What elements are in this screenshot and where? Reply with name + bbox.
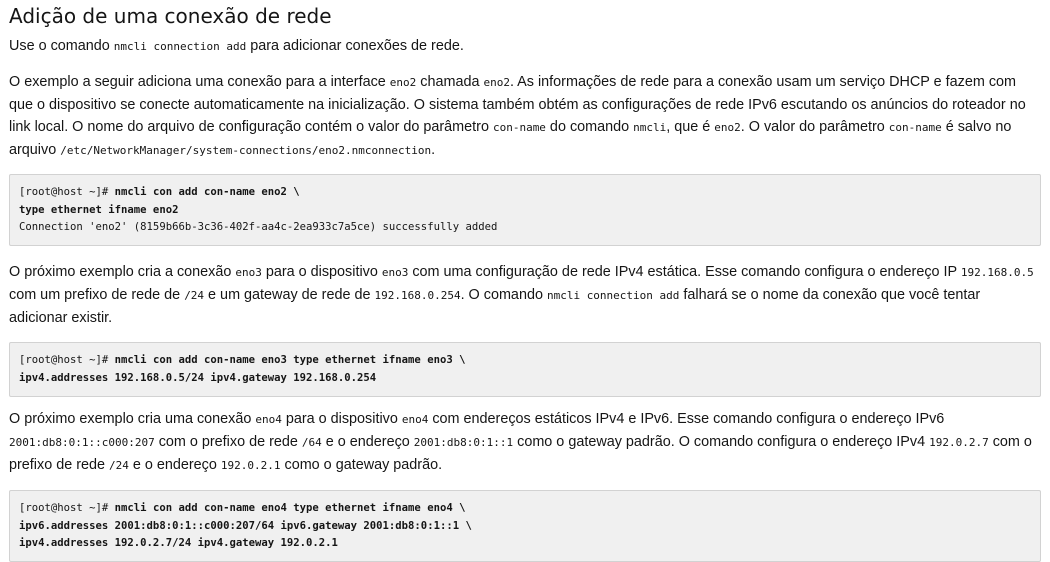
paragraph-eno3: O próximo exemplo cria a conexão eno3 pa… [9,261,1041,329]
text: como o gateway padrão. O comando configu… [513,434,930,450]
text: com endereços estáticos IPv4 e IPv6. Ess… [428,411,945,427]
text: O próximo exemplo cria uma conexão [9,411,256,427]
inline-code: nmcli connection add [546,289,680,302]
inline-code: /etc/NetworkManager/system-connections/e… [60,144,432,157]
text: Use o comando [9,38,114,54]
command-text: ipv4.addresses 192.168.0.5/24 ipv4.gatew… [19,371,377,384]
text: , que é [666,119,715,135]
paragraph-eno4: O próximo exemplo cria uma conexão eno4 … [9,408,1041,477]
text: com o prefixo de rede [154,434,302,450]
text: com uma configuração de rede IPv4 estáti… [408,264,961,280]
inline-code: /24 [109,459,129,472]
command-text: ipv4.addresses 192.0.2.7/24 ipv4.gateway… [19,537,338,549]
inline-code: /24 [184,289,205,302]
text: chamada [416,74,484,90]
intro-paragraph: Use o comando nmcli connection add para … [9,35,1041,58]
text: . O comando [460,287,547,303]
text: . O valor do parâmetro [740,119,889,135]
inline-code: nmcli connection add [113,40,247,53]
shell-prompt: [root@host ~]# [19,186,115,198]
document: Adição de uma conexão de rede Use o coma… [0,0,1050,562]
text: e o endereço [321,434,414,450]
text: para adicionar conexões de rede. [246,38,464,54]
text: O próximo exemplo cria a conexão [9,264,236,280]
inline-code: 192.0.2.7 [929,436,989,449]
inline-code: 192.0.2.1 [220,459,281,472]
inline-code: eno2 [714,121,741,134]
code-block-eno3[interactable]: [root@host ~]# nmcli con add con-name en… [9,342,1041,397]
shell-prompt: [root@host ~]# [19,502,115,514]
text: para o dispositivo [281,411,402,427]
inline-code: con-name [492,121,546,134]
inline-code: eno4 [401,413,429,426]
inline-code: eno2 [389,76,417,89]
text: . [431,142,436,158]
paragraph-eno2: O exemplo a seguir adiciona uma conexão … [9,71,1041,162]
inline-code: eno4 [255,413,282,426]
command-text: nmcli con add con-name eno3 type etherne… [114,354,466,366]
code-block-eno2[interactable]: [root@host ~]# nmcli con add con-name en… [9,174,1041,246]
inline-code: 192.168.0.254 [374,289,461,302]
inline-code: /64 [301,436,322,449]
inline-code: 2001:db8:0:1::1 [413,436,514,449]
inline-code: 192.168.0.5 [960,266,1034,279]
command-text: type ethernet ifname eno2 [19,203,179,216]
text: do comando [545,119,634,135]
command-text: nmcli con add con-name eno4 type etherne… [114,502,466,514]
inline-code: eno3 [381,266,409,279]
code-block-eno4[interactable]: [root@host ~]# nmcli con add con-name en… [9,490,1041,562]
command-output: Connection 'eno2' (8159b66b-3c36-402f-aa… [19,221,498,233]
text: para o dispositivo [261,264,382,280]
text: O exemplo a seguir adiciona uma conexão … [9,74,390,90]
shell-prompt: [root@host ~]# [19,354,115,366]
text: como o gateway padrão. [280,457,443,473]
command-text: nmcli con add con-name eno2 \ [114,186,300,198]
command-text: ipv6.addresses 2001:db8:0:1::c000:207/64… [19,519,472,532]
text: e o endereço [128,457,221,473]
inline-code: eno2 [483,76,510,89]
section-title: Adição de uma conexão de rede [9,4,332,28]
inline-code: eno3 [235,266,262,279]
text: com um prefixo de rede de [9,287,185,303]
inline-code: nmcli [633,121,667,134]
text: e um gateway de rede de [204,287,375,303]
inline-code: con-name [888,121,942,134]
inline-code: 2001:db8:0:1::c000:207 [9,436,155,449]
